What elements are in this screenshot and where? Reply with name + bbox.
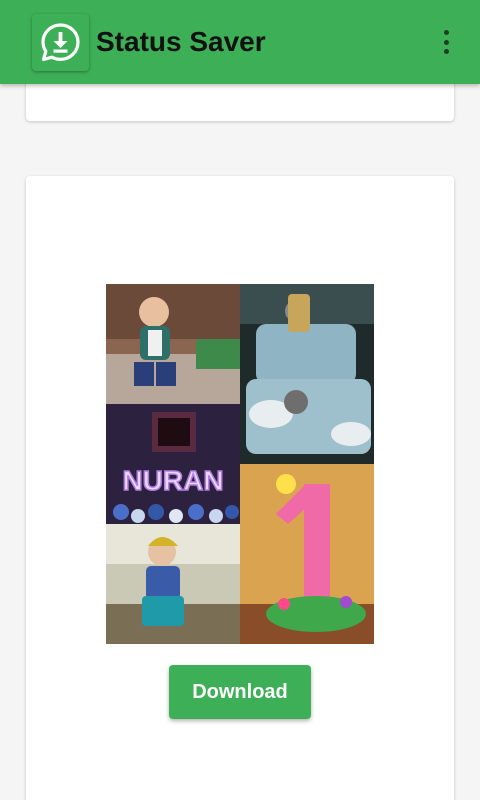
download-button[interactable]: Download	[169, 665, 311, 719]
menu-dot	[443, 30, 449, 35]
nuran-sign-text: NURAN	[122, 465, 223, 496]
photo-teddy-cake	[240, 284, 374, 464]
photo-baby-sitting	[106, 284, 240, 404]
app-logo	[32, 14, 89, 71]
app-title: Status Saver	[96, 26, 266, 57]
photo-balloon-number	[240, 464, 374, 644]
more-vert-icon[interactable]	[434, 26, 458, 58]
status-image[interactable]: NURAN	[106, 284, 374, 644]
photo-nuran-balloons: NURAN	[106, 404, 240, 524]
app-bar: Status Saver	[0, 0, 480, 84]
menu-dot	[443, 39, 449, 45]
photo-baby-outdoors	[106, 524, 240, 644]
whatsapp-download-icon	[41, 23, 80, 61]
menu-dot	[443, 49, 449, 54]
